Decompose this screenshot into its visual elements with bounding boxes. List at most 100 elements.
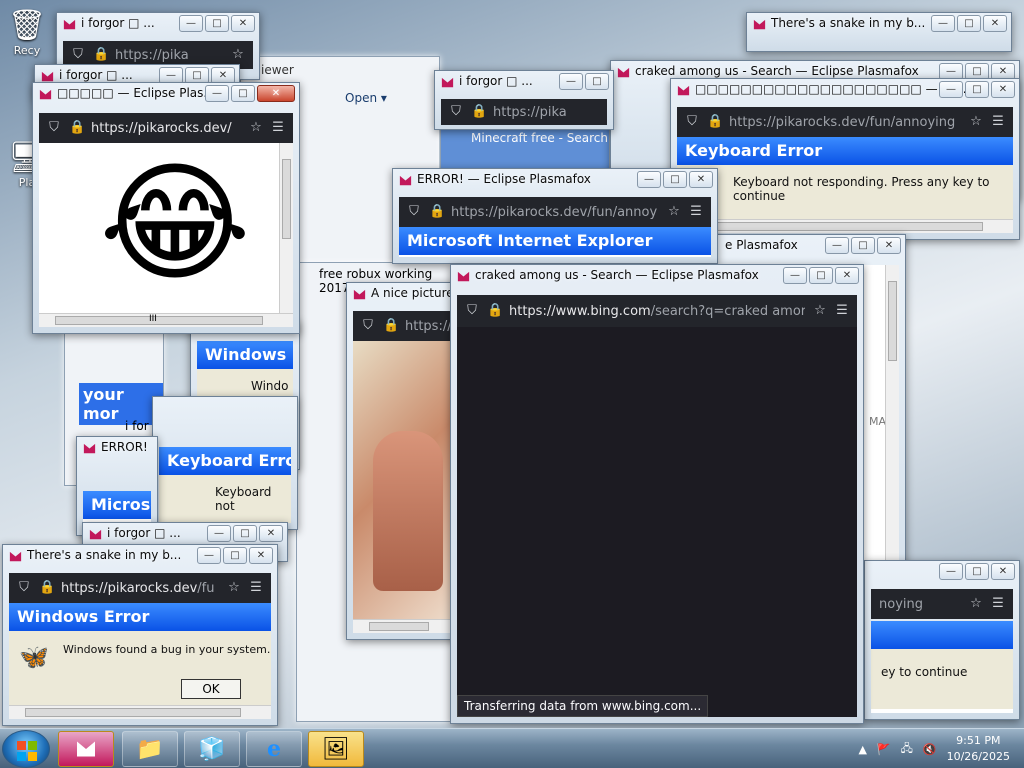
open-menu[interactable]: Open ▾ [345,91,387,105]
url-field[interactable]: https://pika [493,105,599,120]
url-field[interactable]: https://pikarocks.dev/ [91,121,241,136]
window-nice-picture[interactable]: A nice picture ⛉ 🔒 https:// [346,282,466,640]
minimize-button[interactable]: — [205,85,229,102]
horizontal-scrollbar[interactable] [353,619,459,633]
volume-muted-icon[interactable]: 🔇 [923,743,937,756]
minimize-button[interactable]: — [783,267,807,284]
horizontal-scrollbar[interactable] [9,705,271,719]
minimize-button[interactable]: — [637,171,661,188]
minimize-button[interactable]: — [207,525,231,542]
shield-icon[interactable]: ⛉ [71,48,85,62]
window-titlebar[interactable]: ERROR! — Eclipse Plasmafox — □ ✕ [393,169,717,193]
close-button[interactable]: ✕ [249,547,273,564]
maximize-button[interactable]: □ [585,73,609,90]
bookmark-star-icon[interactable]: ☆ [813,304,827,318]
shield-icon[interactable]: ⛉ [449,105,463,119]
close-button[interactable]: ✕ [835,267,859,284]
ok-button[interactable]: OK [181,679,241,699]
show-hidden-icons[interactable]: ▲ [858,743,866,756]
close-button[interactable]: ✕ [991,81,1015,98]
window-titlebar[interactable]: e Plasmafox — □ ✕ [701,235,905,259]
taskbar-explorer-button[interactable]: 📁 [122,731,178,767]
maximize-button[interactable]: □ [965,81,989,98]
window-titlebar[interactable]: — □ ✕ [865,561,1019,585]
window-bottom-right[interactable]: — □ ✕ noying ☆ ☰ ey to continue [864,560,1020,720]
url-field[interactable]: https://pikarocks.dev/fun/annoying [729,115,961,130]
shield-icon[interactable]: ⛉ [465,304,479,318]
maximize-button[interactable]: □ [663,171,687,188]
window-titlebar[interactable]: i forgor □ ... — □ [435,71,613,95]
minimize-button[interactable]: — [931,15,955,32]
bookmark-star-icon[interactable]: ☆ [227,581,241,595]
menu-icon[interactable]: ☰ [689,205,703,219]
window-keyboard-error-mid[interactable]: Keyboard Error Keyboard not [152,396,298,530]
network-icon[interactable]: 🖧 [901,740,913,759]
maximize-button[interactable]: □ [231,85,255,102]
close-button[interactable]: ✕ [689,171,713,188]
menu-icon[interactable]: ☰ [991,115,1005,129]
url-field[interactable]: noying [879,597,961,612]
window-snake-top[interactable]: There's a snake in my b... — □ ✕ [746,12,1012,52]
close-button[interactable]: ✕ [257,85,295,102]
bookmark-star-icon[interactable]: ☆ [231,48,245,62]
window-titlebar[interactable]: □□□□□□□□□□□□□□□□□□□□ — Ecl... — □ ✕ [671,79,1019,103]
clock[interactable]: 9:51 PM 10/26/2025 [947,733,1010,765]
maximize-button[interactable]: □ [233,525,257,542]
minimize-button[interactable]: — [825,237,849,254]
shield-icon[interactable]: ⛉ [407,205,421,219]
url-field[interactable]: https://pikarocks.dev/fu [61,581,219,596]
shield-icon[interactable]: ⛉ [361,319,375,333]
window-titlebar[interactable]: ERROR! [77,437,157,461]
vertical-scrollbar[interactable] [279,143,293,313]
url-field[interactable]: https://pikarocks.dev/fun/annoy [451,205,659,220]
menu-icon[interactable]: ☰ [991,597,1005,611]
minimize-button[interactable]: — [179,15,203,32]
url-field[interactable]: https:// [405,319,451,334]
shield-icon[interactable]: ⛉ [685,115,699,129]
close-button[interactable]: ✕ [231,15,255,32]
window-keyboard-error[interactable]: □□□□□□□□□□□□□□□□□□□□ — Ecl... — □ ✕ ⛉ 🔒 htt… [670,78,1020,240]
bookmark-star-icon[interactable]: ☆ [969,597,983,611]
window-iforgor-mid[interactable]: i forgor □ ... — □ ⛉ 🔒 https://pika [434,70,614,130]
horizontal-scrollbar[interactable] [677,219,1013,233]
menu-icon[interactable]: ☰ [271,121,285,135]
menu-icon[interactable]: ☰ [249,581,263,595]
url-field[interactable]: https://www.bing.com/search?q=craked amo… [509,304,805,319]
start-button[interactable] [2,730,50,768]
menu-icon[interactable]: ☰ [835,304,849,318]
maximize-button[interactable]: □ [223,547,247,564]
maximize-button[interactable]: □ [809,267,833,284]
maximize-button[interactable]: □ [851,237,875,254]
shield-icon[interactable]: ⛉ [17,581,31,595]
window-titlebar[interactable]: i forgor □ ... — □ ✕ [57,13,259,37]
window-error-ms[interactable]: ERROR! Microso [76,436,158,536]
taskbar-ie-button[interactable]: e [246,731,302,767]
recycle-bin[interactable]: 🗑 Recy [4,8,50,57]
maximize-button[interactable]: □ [957,15,981,32]
close-button[interactable]: ✕ [983,15,1007,32]
action-center-icon[interactable]: 🚩 [877,743,891,756]
close-button[interactable]: ✕ [259,525,283,542]
minimize-button[interactable]: — [939,81,963,98]
url-field[interactable]: https://pika [115,48,223,63]
window-titlebar[interactable]: craked among us - Search — Eclipse Plasm… [451,265,863,289]
window-snake-bottom[interactable]: There's a snake in my b... — □ ✕ ⛉ 🔒 https:… [2,544,278,726]
taskbar-plasmafox-button[interactable] [58,731,114,767]
close-button[interactable]: ✕ [991,563,1015,580]
window-titlebar[interactable]: □□□□□ — Eclipse Plas... — □ ✕ [33,83,299,107]
window-titlebar[interactable]: There's a snake in my b... — □ ✕ [747,13,1011,37]
minimize-button[interactable]: — [197,547,221,564]
taskbar-photo-viewer-button[interactable]: 🖼 [308,731,364,767]
taskbar-app-button[interactable]: 🧊 [184,731,240,767]
close-button[interactable]: ✕ [877,237,901,254]
bookmark-star-icon[interactable]: ☆ [249,121,263,135]
window-smiley[interactable]: □□□□□ — Eclipse Plas... — □ ✕ ⛉ 🔒 https://p… [32,82,300,334]
maximize-button[interactable]: □ [205,15,229,32]
bookmark-star-icon[interactable]: ☆ [667,205,681,219]
bookmark-star-icon[interactable]: ☆ [969,115,983,129]
window-titlebar[interactable]: There's a snake in my b... — □ ✕ [3,545,277,569]
horizontal-scrollbar[interactable]: III [39,313,293,327]
shield-icon[interactable]: ⛉ [47,121,61,135]
window-main-bing[interactable]: craked among us - Search — Eclipse Plasm… [450,264,864,724]
window-titlebar[interactable]: A nice picture [347,283,465,307]
